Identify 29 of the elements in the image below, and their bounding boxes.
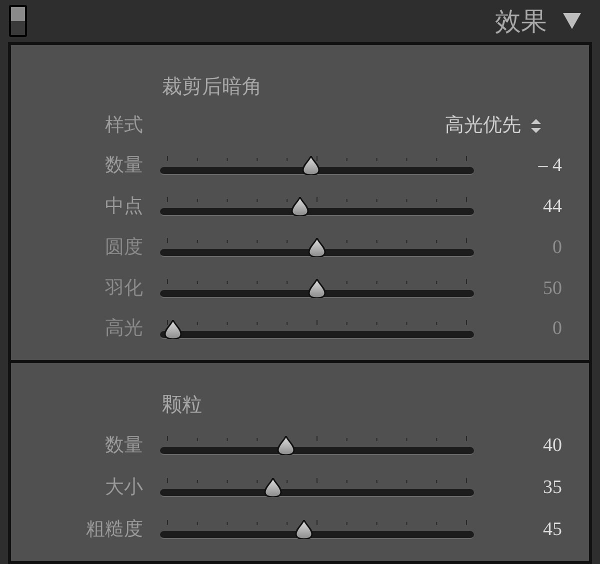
slider-thumb[interactable]: [276, 436, 295, 455]
slider-value: 40: [542, 434, 562, 458]
slider-value: 45: [542, 518, 562, 542]
slider-label: 圆度: [104, 236, 143, 260]
slider-label: 粗糙度: [85, 518, 143, 542]
panel-toggle[interactable]: [9, 5, 27, 37]
slider-thumb[interactable]: [290, 197, 309, 216]
collapse-triangle-icon[interactable]: [563, 13, 581, 29]
slider-value: – 4: [537, 154, 562, 178]
slider-label: 大小: [104, 476, 143, 500]
panel-title: 效果: [495, 6, 547, 38]
slider-value: 0: [552, 236, 562, 260]
slider-label: 数量: [104, 154, 143, 178]
slider-thumb[interactable]: [295, 520, 314, 539]
slider-value: 35: [542, 476, 562, 500]
slider-label: 数量: [104, 434, 143, 458]
slider-value: 44: [542, 194, 562, 219]
up-down-arrows-icon: [531, 119, 541, 134]
section-title: 颗粒: [162, 393, 202, 418]
slider-value: 50: [542, 276, 562, 301]
slider-label: 羽化: [104, 276, 143, 301]
style-dropdown[interactable]: 高光优先: [445, 112, 541, 141]
style-label: 样式: [104, 114, 143, 138]
slider-label: 中点: [104, 194, 143, 219]
slider-thumb[interactable]: [264, 478, 282, 497]
section-title: 裁剪后暗角: [162, 75, 262, 100]
slider-value: 0: [552, 317, 562, 342]
slider-label: 高光: [104, 317, 143, 342]
slider-thumb[interactable]: [302, 156, 320, 176]
